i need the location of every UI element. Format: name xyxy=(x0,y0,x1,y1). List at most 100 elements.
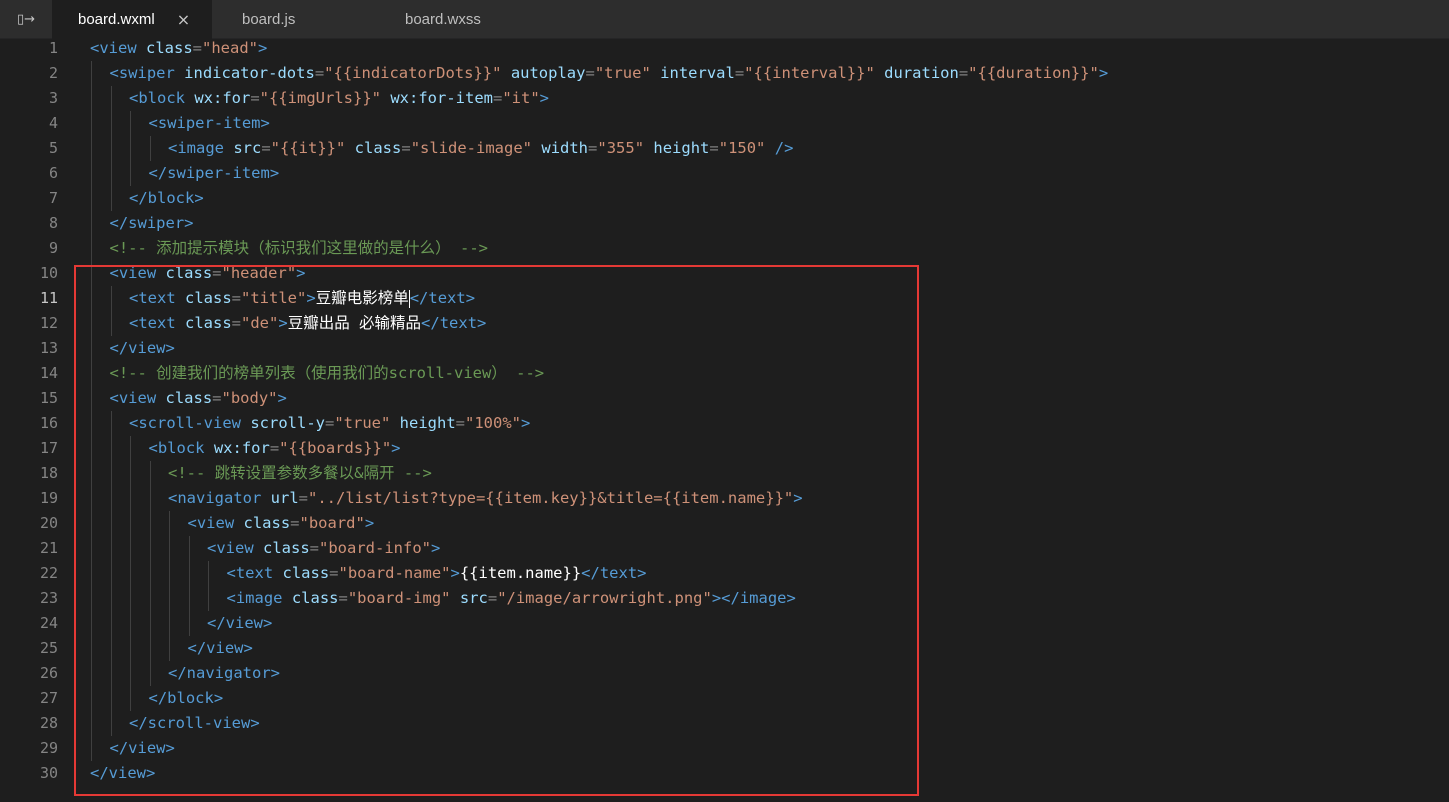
code-token: class xyxy=(146,39,193,57)
code-line[interactable]: <text class="board-name">{{item.name}}</… xyxy=(227,561,647,586)
code-line[interactable]: </swiper-item> xyxy=(149,161,280,186)
code-line[interactable]: <view class="head"> xyxy=(90,36,267,61)
indent-guide xyxy=(110,86,112,111)
indent-guide xyxy=(91,436,92,461)
code-token: = xyxy=(212,264,222,282)
toggle-sidebar-icon[interactable]: ▯→ xyxy=(0,0,52,38)
code-line[interactable]: </navigator> xyxy=(168,661,280,686)
code-token: class xyxy=(282,564,330,582)
code-line[interactable]: <view class="board-info"> xyxy=(207,536,440,561)
line-number: 5 xyxy=(48,139,58,157)
indent-guide xyxy=(110,561,112,586)
code-line[interactable]: <navigator url="../list/list?type={{item… xyxy=(168,486,803,511)
indent-guide xyxy=(130,461,131,486)
indent-guide xyxy=(130,486,131,511)
code-line[interactable]: <!-- 跳转设置参数多餐以&隔开 --> xyxy=(168,461,432,486)
code-token: "{{indicatorDots}}" xyxy=(324,64,502,82)
indent-guide xyxy=(149,561,151,586)
code-line[interactable]: <text class="title">豆瓣电影榜单</text> xyxy=(129,286,475,311)
indent-guide xyxy=(208,586,209,611)
code-line[interactable]: <swiper-item> xyxy=(149,111,270,136)
line-number: 19 xyxy=(39,489,58,507)
code-token: class xyxy=(165,389,213,407)
indent-guide xyxy=(130,136,131,161)
indent-guide xyxy=(149,136,151,161)
indent-guide xyxy=(130,636,131,661)
indent-guide xyxy=(110,136,112,161)
code-line[interactable]: </block> xyxy=(129,186,204,211)
code-token: class xyxy=(185,314,232,332)
code-line[interactable]: <block wx:for="{{imgUrls}}" wx:for-item=… xyxy=(129,86,549,111)
line-number: 15 xyxy=(39,389,58,407)
line-number: 22 xyxy=(39,564,58,582)
code-line[interactable]: </scroll-view> xyxy=(129,711,260,736)
code-line[interactable]: </view> xyxy=(110,736,175,761)
code-token: = xyxy=(401,139,411,157)
code-token: <block xyxy=(148,439,214,457)
code-line[interactable]: <scroll-view scroll-y="true" height="100… xyxy=(129,411,530,436)
indent-guide xyxy=(91,161,92,186)
code-token: = xyxy=(338,589,348,607)
code-token: <text xyxy=(226,564,283,582)
indent-guide xyxy=(130,111,131,136)
code-token: </block> xyxy=(129,189,204,207)
indent-guide xyxy=(91,236,92,261)
code-line[interactable]: </block> xyxy=(149,686,224,711)
code-line[interactable]: <image src="{{it}}" class="slide-image" … xyxy=(168,136,793,161)
code-token: = xyxy=(588,139,598,157)
line-number: 24 xyxy=(39,614,58,632)
indent-guide xyxy=(91,511,92,536)
tab-board-wxss[interactable]: board.wxss xyxy=(372,0,532,38)
code-token: </navigator> xyxy=(168,664,280,682)
code-token: > xyxy=(450,564,460,582)
tab-board-wxml[interactable]: board.wxml × xyxy=(52,0,212,39)
code-token: class xyxy=(354,139,402,157)
code-line[interactable]: <view class="body"> xyxy=(110,386,287,411)
code-token: <block xyxy=(129,89,195,107)
code-line[interactable]: </swiper> xyxy=(110,211,194,236)
code-token: ></image> xyxy=(711,589,796,607)
code-line[interactable]: <!-- 添加提示模块（标识我们这里做的是什么） --> xyxy=(110,236,489,261)
code-token: = xyxy=(261,139,271,157)
code-token: class xyxy=(263,539,310,557)
code-token: class xyxy=(243,514,291,532)
code-token: "true" xyxy=(594,64,651,82)
line-number: 23 xyxy=(39,589,58,607)
indent-guide xyxy=(91,61,92,86)
indent-guide xyxy=(110,436,112,461)
code-token: class xyxy=(291,589,339,607)
code-line[interactable]: </view> xyxy=(188,636,253,661)
code-line[interactable]: <swiper indicator-dots="{{indicatorDots}… xyxy=(110,61,1109,86)
code-token: = xyxy=(493,89,503,107)
code-line[interactable]: <!-- 创建我们的榜单列表（使用我们的scroll-view） --> xyxy=(110,361,545,386)
code-token: "title" xyxy=(241,289,307,307)
indent-guide xyxy=(130,611,131,636)
code-line[interactable]: <image class="board-img" src="/image/arr… xyxy=(227,586,796,611)
code-token: "slide-image" xyxy=(410,139,533,157)
indent-guide xyxy=(91,636,92,661)
code-token: > xyxy=(431,539,441,557)
code-editor[interactable]: 1 2 3 4 5 6 7 8 9 10 11 12 13 14 15 16 17 18 19 20 21 22 23 24 2… xyxy=(0,36,1449,802)
tab-board-js[interactable]: board.js xyxy=(212,0,372,38)
indent-guide xyxy=(110,536,112,561)
line-number: 27 xyxy=(39,689,58,707)
code-line[interactable]: <view class="header"> xyxy=(110,261,306,286)
code-line[interactable]: </view> xyxy=(110,336,175,361)
line-number: 25 xyxy=(39,639,58,657)
code-line[interactable]: </view> xyxy=(90,761,155,786)
code-line[interactable]: <block wx:for="{{boards}}"> xyxy=(149,436,401,461)
line-number: 6 xyxy=(48,164,58,182)
code-line[interactable]: <view class="board"> xyxy=(188,511,375,536)
code-token: </view> xyxy=(207,614,273,632)
code-token: > xyxy=(391,439,401,457)
code-token: "board-info" xyxy=(319,539,431,557)
code-line[interactable]: <text class="de">豆瓣出品 必输精品</text> xyxy=(129,311,486,336)
code-line[interactable]: </view> xyxy=(207,611,272,636)
close-icon[interactable]: × xyxy=(177,10,190,29)
code-token: height xyxy=(399,414,456,432)
line-number: 30 xyxy=(39,764,58,782)
indent-guide xyxy=(110,511,112,536)
